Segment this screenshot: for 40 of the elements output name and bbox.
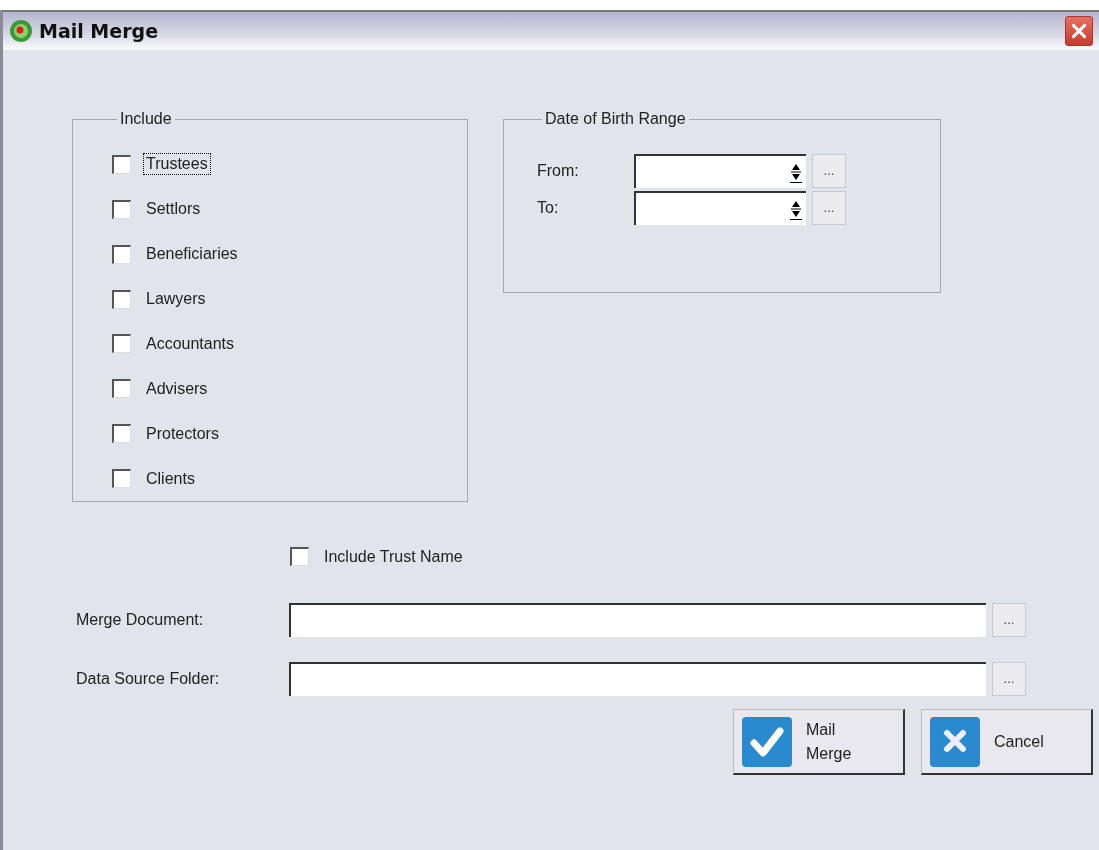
checkbox[interactable] bbox=[112, 199, 131, 219]
close-icon bbox=[1070, 22, 1088, 40]
app-icon bbox=[9, 19, 33, 43]
checkbox[interactable] bbox=[112, 244, 131, 264]
checkbox[interactable] bbox=[112, 379, 131, 399]
path-field[interactable] bbox=[289, 602, 986, 637]
checkbox-label[interactable]: Lawyers bbox=[143, 288, 209, 311]
checkbox-label[interactable]: Settlors bbox=[143, 198, 204, 221]
field-label: Data Source Folder: bbox=[76, 669, 221, 688]
checkbox[interactable] bbox=[290, 547, 309, 566]
date-field[interactable] bbox=[634, 190, 806, 225]
date-field[interactable] bbox=[634, 153, 806, 188]
mail-merge-button[interactable]: Mail Merge bbox=[733, 709, 905, 775]
window-title: Mail Merge bbox=[39, 20, 160, 42]
cross-icon bbox=[930, 716, 980, 767]
checkbox-label[interactable]: Clients bbox=[143, 467, 198, 490]
checkbox-label[interactable]: Protectors bbox=[143, 422, 222, 445]
cancel-button[interactable]: Cancel bbox=[921, 709, 1093, 775]
close-button[interactable] bbox=[1065, 16, 1093, 46]
checkbox[interactable] bbox=[112, 289, 131, 309]
checkbox[interactable] bbox=[112, 469, 131, 489]
browse-button[interactable]: ... bbox=[992, 602, 1026, 637]
field-label: From: bbox=[537, 161, 580, 180]
checkbox-label[interactable]: Trustees bbox=[143, 153, 211, 176]
group-title: Include bbox=[119, 110, 173, 128]
checkbox-label[interactable]: Advisers bbox=[143, 377, 211, 400]
path-field[interactable] bbox=[289, 661, 986, 696]
group-title: Date of Birth Range bbox=[544, 110, 687, 128]
browse-button[interactable]: ... bbox=[812, 190, 846, 225]
checkbox-label[interactable]: Accountants bbox=[143, 332, 238, 355]
checkbox[interactable] bbox=[112, 424, 131, 444]
checkmark-icon bbox=[742, 716, 792, 767]
field-label: Merge Document: bbox=[76, 610, 205, 629]
checkbox-label[interactable]: Beneficiaries bbox=[143, 243, 241, 266]
field-label: To: bbox=[537, 198, 560, 217]
browse-button[interactable]: ... bbox=[812, 153, 846, 188]
browse-button[interactable]: ... bbox=[992, 661, 1026, 696]
checkbox-label[interactable]: Include Trust Name bbox=[321, 545, 466, 568]
checkbox[interactable] bbox=[112, 334, 131, 354]
checkbox[interactable] bbox=[112, 154, 131, 174]
